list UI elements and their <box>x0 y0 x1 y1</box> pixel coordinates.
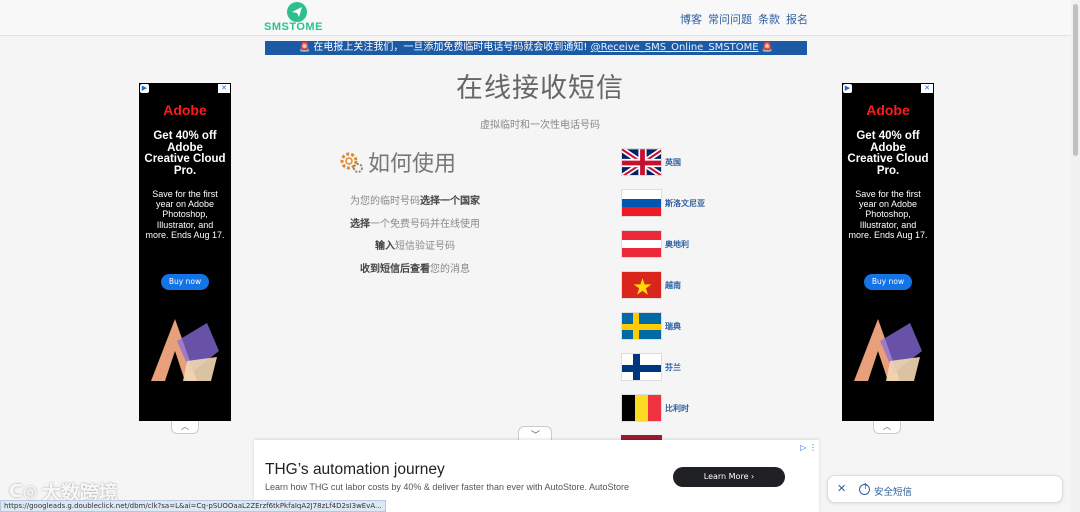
uk-flag-icon <box>621 148 662 176</box>
right-side-ad[interactable]: ▶ ✕ Adobe Get 40% off Adobe Creative Clo… <box>842 83 934 421</box>
how-to-heading: 如何使用 <box>338 146 456 178</box>
step-item: 为您的临时号码选择一个国家 <box>350 196 480 207</box>
notice-text: 在电报上关注我们，一旦添加免费临时电话号码就会收到通知! <box>313 42 588 53</box>
adobe-art-icon <box>854 319 922 381</box>
bottom-ad-title: THG’s automation journey <box>265 461 445 478</box>
ad-buy-now-button[interactable]: Buy now <box>161 274 209 290</box>
ad-promo: Get 40% off Adobe Creative Cloud Pro. <box>144 130 226 177</box>
ad-info-icon[interactable]: ▶ <box>843 84 852 93</box>
ad-close-icon[interactable]: ✕ <box>921 84 933 93</box>
ad-promo: Get 40% off Adobe Creative Cloud Pro. <box>847 130 929 177</box>
ad-choices-icon[interactable]: ▷ ⋮ <box>800 443 817 452</box>
country-name: 奥地利 <box>665 239 689 249</box>
learn-more-button[interactable]: Learn More › <box>673 467 785 487</box>
safe-sms-label: 安全短信 <box>874 487 913 498</box>
ad-brand: Adobe <box>163 102 207 118</box>
ad-brand: Adobe <box>866 102 910 118</box>
austria-flag-icon <box>621 230 662 258</box>
chevron-up-icon: ︿ <box>181 422 189 431</box>
nav-link-faq[interactable]: 常问问题 <box>708 11 752 27</box>
step-item: 选择一个免费号码并在线使用 <box>350 218 480 230</box>
step-item: 收到短信后查看您的消息 <box>360 263 470 275</box>
siren-icon: 🚨 <box>761 43 773 53</box>
nav-link-blog[interactable]: 博客 <box>680 11 702 27</box>
site-logo[interactable]: SMSTOME <box>264 2 330 34</box>
finland-flag-icon <box>621 353 662 381</box>
ad-info-icon[interactable]: ▶ <box>140 84 149 93</box>
nav-link-terms[interactable]: 条款 <box>758 11 780 27</box>
country-name: 越南 <box>665 280 681 290</box>
status-bar-url: https://googleads.g.doubleclick.net/dbm/… <box>0 500 386 512</box>
country-item-sweden[interactable]: 瑞典 <box>621 312 741 340</box>
nav-link-signup[interactable]: 报名 <box>786 11 808 27</box>
sweden-flag-icon <box>621 312 662 340</box>
chevron-up-icon: ︿ <box>883 422 891 431</box>
telegram-handle-link[interactable]: @Receive_SMS_Online_SMSTOME <box>591 42 759 53</box>
step-item: 输入短信验证号码 <box>375 241 455 252</box>
telegram-notice-banner: 🚨 在电报上关注我们，一旦添加免费临时电话号码就会收到通知! @Receive_… <box>265 41 807 55</box>
collapse-ad-button[interactable]: ︿ <box>171 421 199 434</box>
country-item-uk[interactable]: 英国 <box>621 148 741 176</box>
country-name: 英国 <box>665 157 681 167</box>
ad-description: Save for the first year on Adobe Photosh… <box>145 189 225 240</box>
country-name: 瑞典 <box>665 321 681 331</box>
left-side-ad[interactable]: ▶ ✕ Adobe Get 40% off Adobe Creative Clo… <box>139 83 231 421</box>
paper-plane-icon <box>287 2 307 22</box>
country-item-slovenia[interactable]: 斯洛文尼亚 <box>621 189 741 217</box>
top-navbar: SMSTOME 博客 常问问题 条款 报名 <box>0 0 1080 36</box>
country-item-austria[interactable]: 奥地利 <box>621 230 741 258</box>
scrollbar-thumb[interactable] <box>1073 4 1078 156</box>
adobe-art-icon <box>151 319 219 381</box>
safe-sms-pill[interactable]: ✕ ↑ 安全短信 <box>827 475 1063 503</box>
belgium-flag-icon <box>621 394 662 422</box>
expand-bottom-ad-button[interactable]: ﹀ <box>518 426 552 441</box>
country-name: 芬兰 <box>665 362 681 372</box>
logo-text: SMSTOME <box>264 21 323 33</box>
bottom-ad-description: Learn how THG cut labor costs by 40% & d… <box>265 482 630 492</box>
country-name: 斯洛文尼亚 <box>665 198 705 208</box>
siren-icon: 🚨 <box>299 43 311 53</box>
how-to-title: 如何使用 <box>368 152 457 177</box>
how-to-steps: 为您的临时号码选择一个国家 选择一个免费号码并在线使用 输入短信验证号码 收到短… <box>300 192 530 282</box>
up-arrow-icon: ↑ <box>859 482 870 495</box>
slovenia-flag-icon <box>621 189 662 217</box>
gear-icon <box>340 152 363 173</box>
watermark-logo-icon: ᑕ◎ <box>9 481 38 502</box>
country-item-finland[interactable]: 芬兰 <box>621 353 741 381</box>
page-scrollbar[interactable] <box>1071 0 1080 512</box>
main-nav: 博客 常问问题 条款 报名 <box>680 11 808 27</box>
ad-close-icon[interactable]: ✕ <box>218 84 230 93</box>
collapse-ad-button[interactable]: ︿ <box>873 421 901 434</box>
country-name: 比利时 <box>665 403 689 413</box>
country-item-belgium[interactable]: 比利时 <box>621 394 741 422</box>
ad-description: Save for the first year on Adobe Photosh… <box>848 189 928 240</box>
vietnam-flag-icon <box>621 271 662 299</box>
country-item-vietnam[interactable]: 越南 <box>621 271 741 299</box>
ad-buy-now-button[interactable]: Buy now <box>864 274 912 290</box>
close-icon[interactable]: ✕ <box>837 482 846 495</box>
